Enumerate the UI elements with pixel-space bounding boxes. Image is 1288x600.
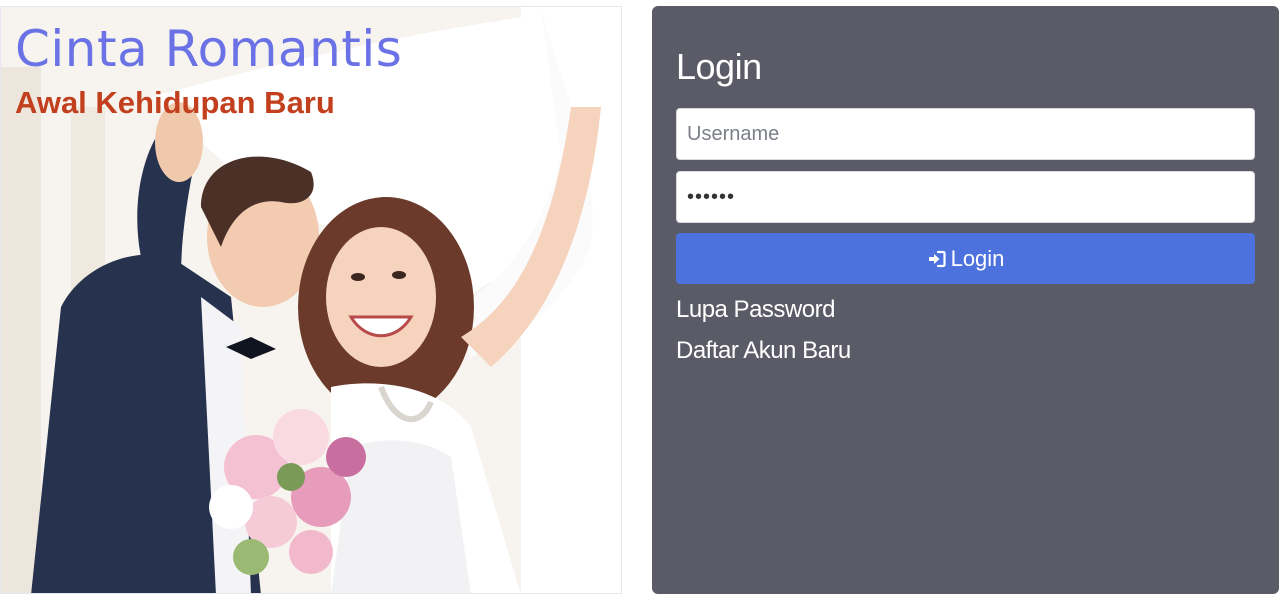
login-button-label: Login [950,245,1005,271]
register-link[interactable]: Daftar Akun Baru [676,337,851,365]
sign-in-icon [927,249,947,269]
login-page: Cinta Romantis Awal Kehidupan Baru Login… [0,0,1288,600]
username-input[interactable] [676,108,1255,160]
login-heading: Login [676,46,762,87]
login-card: Login Login Lupa Password Daftar Akun Ba… [652,6,1279,594]
hero-image-panel: Cinta Romantis Awal Kehidupan Baru [0,6,622,594]
login-button[interactable]: Login [676,233,1255,284]
hero-subtitle: Awal Kehidupan Baru [15,85,335,120]
hero-title: Cinta Romantis [15,20,403,78]
forgot-password-link[interactable]: Lupa Password [676,296,835,324]
password-input[interactable] [676,171,1255,223]
